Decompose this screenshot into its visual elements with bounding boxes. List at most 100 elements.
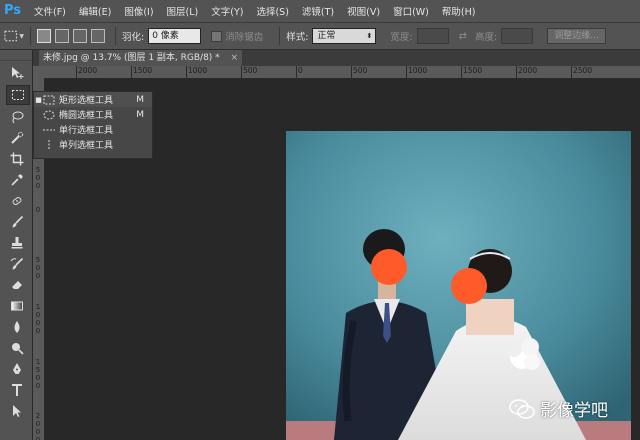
- menu-view[interactable]: 视图(V): [347, 4, 380, 18]
- pen-tool[interactable]: [6, 360, 28, 378]
- history-brush-tool[interactable]: [6, 255, 28, 273]
- shortcut-label: M: [136, 94, 144, 105]
- rect-marquee-icon: [43, 95, 55, 105]
- ruler-label: 1000: [408, 66, 428, 75]
- antialias-label: 消除锯齿: [225, 32, 264, 43]
- photoshop-logo: Ps: [4, 3, 22, 18]
- ruler-label: 5 0 0: [35, 166, 41, 190]
- healing-brush-tool[interactable]: [6, 192, 28, 210]
- flyout-item-label: 椭圆选框工具: [59, 111, 114, 121]
- style-label: 样式:: [286, 32, 309, 43]
- type-tool[interactable]: [6, 381, 28, 399]
- flyout-item-label: 矩形选框工具: [59, 96, 114, 106]
- width-input[interactable]: [416, 28, 449, 44]
- antialias-checkbox[interactable]: [211, 30, 223, 42]
- feather-label: 羽化:: [122, 32, 145, 43]
- flyout-item-single-row-marquee[interactable]: 单行选框工具: [34, 122, 152, 137]
- ruler-label: 2000: [78, 66, 98, 75]
- divider: [279, 27, 281, 45]
- path-select-tool-icon: [13, 405, 21, 417]
- ruler-label: 5 0 0: [35, 256, 41, 280]
- single-row-marquee-icon: [43, 125, 55, 135]
- swap-icon[interactable]: ⇄: [459, 31, 467, 42]
- new-selection-button[interactable]: [37, 29, 51, 43]
- menu-window[interactable]: 窗口(W): [393, 4, 429, 18]
- healing-brush-tool-icon: [12, 196, 22, 206]
- divider: [30, 27, 31, 45]
- gradient-tool[interactable]: [6, 297, 28, 315]
- wedding-photo: [286, 131, 631, 440]
- flyout-item-ellipse-marquee[interactable]: 椭圆选框工具 M: [34, 107, 152, 122]
- tool-preset-picker[interactable]: ▼: [4, 27, 24, 45]
- ruler-label: 2500: [573, 66, 593, 75]
- eyedropper-tool[interactable]: [6, 171, 28, 189]
- path-select-tool[interactable]: [6, 402, 28, 420]
- style-select[interactable]: 正常 ⬍: [312, 28, 377, 44]
- document-tab[interactable]: 未修.jpg @ 13.7% (图层 1 副本, RGB/8) * ×: [39, 50, 243, 66]
- clone-stamp-tool[interactable]: [6, 234, 28, 252]
- flyout-item-single-column-marquee[interactable]: 单列选框工具: [34, 137, 152, 152]
- brush-tool-icon: [12, 215, 24, 228]
- dodge-tool[interactable]: [6, 339, 28, 357]
- style-value: 正常: [317, 31, 336, 41]
- ruler-label: 2000: [518, 66, 538, 75]
- crop-tool-icon: [10, 152, 24, 166]
- chevron-updown-icon: ⬍: [366, 32, 373, 40]
- intersect-selection-button[interactable]: [91, 29, 105, 43]
- document-tab-bar: 未修.jpg @ 13.7% (图层 1 副本, RGB/8) * ×: [33, 50, 640, 66]
- feather-input[interactable]: 0 像素: [148, 28, 202, 44]
- eraser-tool[interactable]: [6, 276, 28, 294]
- ruler-label: 1 0 0 0: [35, 303, 41, 335]
- menu-edit[interactable]: 编辑(E): [79, 4, 111, 18]
- wechat-icon: [509, 398, 535, 419]
- add-to-selection-button[interactable]: [55, 29, 69, 43]
- menu-help[interactable]: 帮助(H): [442, 4, 476, 18]
- document-tab-title: 未修.jpg @ 13.7% (图层 1 副本, RGB/8) *: [43, 53, 220, 63]
- gradient-tool-icon: [11, 301, 23, 311]
- menu-filter[interactable]: 滤镜(T): [302, 4, 334, 18]
- menu-layer[interactable]: 图层(L): [167, 4, 199, 18]
- dodge-tool-icon: [12, 343, 24, 355]
- subtract-from-selection-button[interactable]: [73, 29, 87, 43]
- rect-marquee-icon: [4, 30, 17, 42]
- move-tool[interactable]: [6, 64, 28, 82]
- blur-tool[interactable]: [6, 318, 28, 336]
- width-label: 宽度:: [390, 32, 413, 43]
- type-tool-icon: [12, 384, 22, 396]
- pen-tool-icon: [13, 363, 21, 374]
- eyedropper-tool-icon: [11, 174, 23, 186]
- menu-file[interactable]: 文件(F): [34, 4, 66, 18]
- horizontal-ruler[interactable]: 2000 1500 1000 500 0 500 1000 1500 2000 …: [44, 66, 640, 79]
- chevron-down-icon: ▼: [19, 32, 24, 40]
- panel-grip[interactable]: [0, 50, 32, 61]
- flyout-item-rect-marquee[interactable]: ■ 矩形选框工具 M: [34, 92, 152, 107]
- ruler-label: 0: [35, 206, 41, 214]
- menu-select[interactable]: 选择(S): [256, 4, 288, 18]
- divider: [115, 27, 116, 45]
- marquee-tool-flyout: ■ 矩形选框工具 M 椭圆选框工具 M 单行选框工具 单列选框工具: [33, 91, 153, 159]
- close-icon[interactable]: ×: [231, 53, 239, 63]
- refine-edge-button[interactable]: 调整边缘...: [547, 28, 606, 44]
- shortcut-label: M: [136, 109, 144, 120]
- ruler-corner[interactable]: [33, 66, 44, 78]
- eraser-tool-icon: [12, 281, 22, 289]
- quick-select-tool[interactable]: [6, 129, 28, 147]
- brush-tool[interactable]: [6, 213, 28, 231]
- watermark: 影像学吧: [508, 396, 608, 421]
- single-column-marquee-icon: [43, 139, 55, 150]
- options-bar: ▼ 羽化: 0 像素 消除锯齿 样式: 正常 ⬍ 宽度: ⇄ 高度: 调整边缘..…: [0, 23, 640, 50]
- ruler-label: 1500: [463, 66, 483, 75]
- crop-tool[interactable]: [6, 150, 28, 168]
- menu-image[interactable]: 图像(I): [124, 4, 153, 18]
- marquee-tool-icon: [12, 90, 24, 100]
- tools-panel: [0, 50, 33, 440]
- menu-type[interactable]: 文字(Y): [211, 4, 243, 18]
- height-input[interactable]: [501, 28, 534, 44]
- document-image[interactable]: [286, 131, 631, 440]
- ruler-label: 2 0 0 0: [35, 412, 41, 440]
- clone-stamp-tool-icon: [11, 237, 23, 249]
- ruler-label: 500: [243, 66, 258, 75]
- lasso-tool[interactable]: [6, 108, 28, 126]
- marquee-tool[interactable]: [6, 85, 30, 105]
- ruler-label: 0: [298, 66, 303, 75]
